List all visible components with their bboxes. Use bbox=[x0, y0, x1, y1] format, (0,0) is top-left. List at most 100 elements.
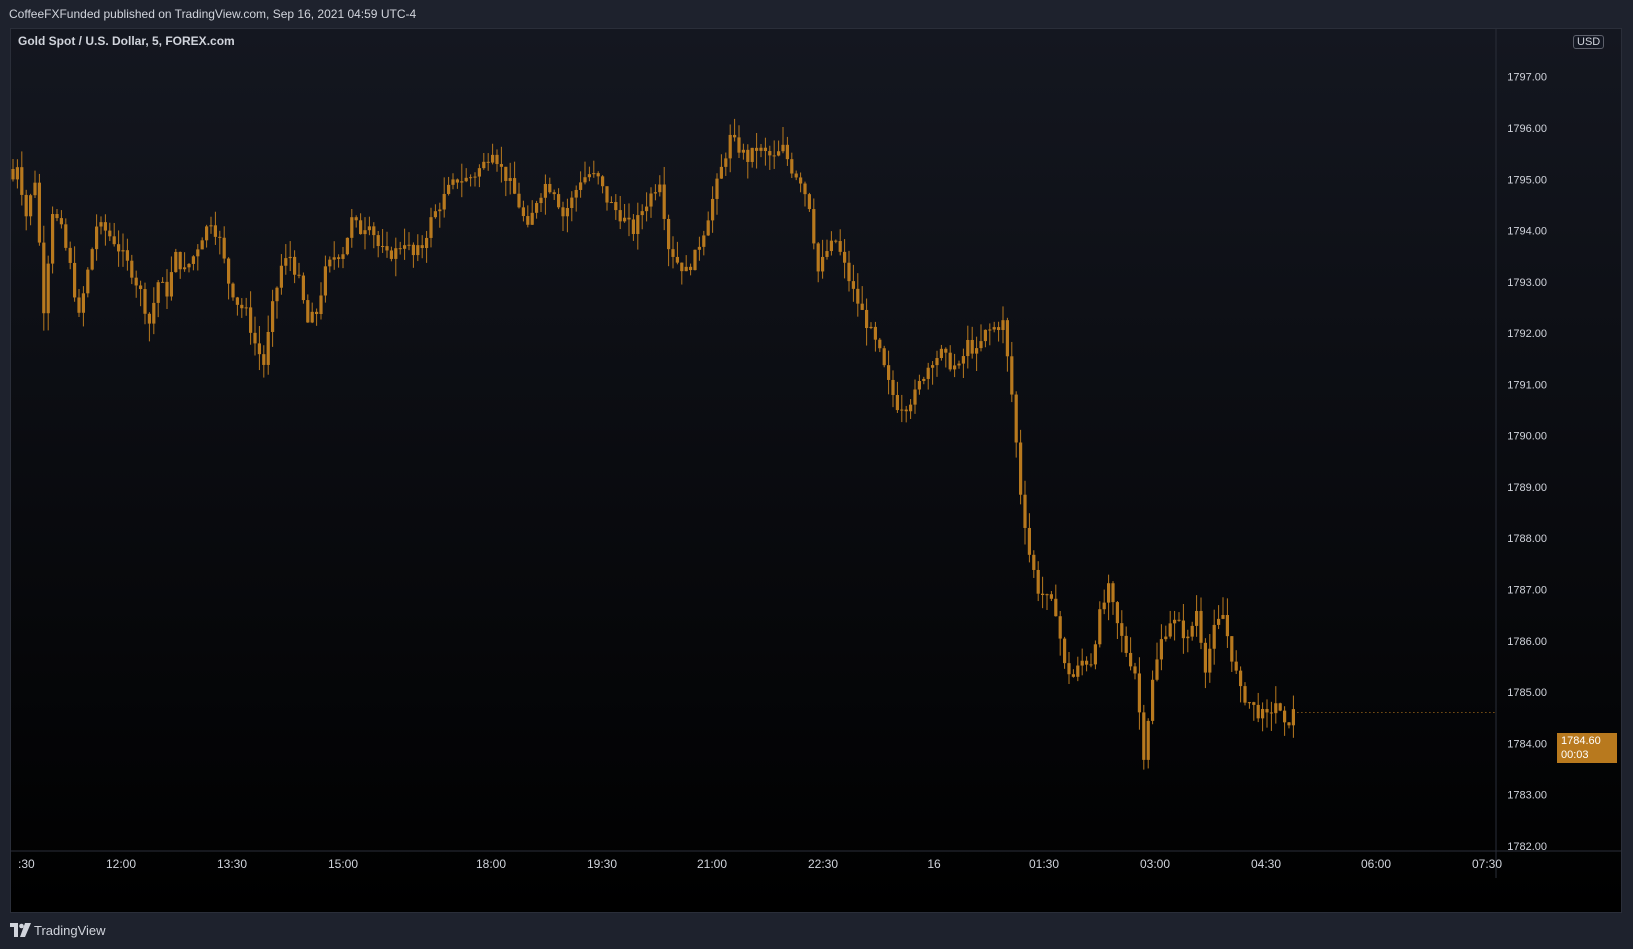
candle-body bbox=[20, 167, 24, 195]
candle-body bbox=[165, 281, 169, 297]
candle-body bbox=[539, 197, 543, 204]
currency-badge[interactable]: USD bbox=[1573, 35, 1605, 49]
candle-body bbox=[587, 174, 591, 178]
candle-body bbox=[99, 222, 103, 227]
candle-body bbox=[526, 216, 530, 225]
candle-body bbox=[649, 193, 653, 207]
x-tick-label: 18:00 bbox=[476, 857, 506, 871]
candle-body bbox=[394, 248, 398, 259]
candle-body bbox=[310, 311, 314, 323]
footer-brand[interactable]: TradingView bbox=[34, 923, 106, 938]
candle-body bbox=[117, 244, 121, 252]
symbol-title[interactable]: Gold Spot / U.S. Dollar, 5, FOREX.com bbox=[18, 34, 235, 48]
candle-body bbox=[389, 250, 393, 259]
candle-body bbox=[266, 331, 270, 365]
candle-body bbox=[1058, 616, 1062, 639]
candle-body bbox=[997, 327, 1001, 331]
y-tick-label: 1795.00 bbox=[1507, 174, 1547, 186]
candle-body bbox=[240, 304, 244, 309]
candle-body bbox=[152, 302, 156, 324]
candle-body bbox=[724, 158, 728, 167]
candle-body bbox=[398, 248, 402, 250]
candle-body bbox=[530, 212, 534, 225]
candlestick-chart[interactable]: 1782.00 1783.00 1784.00 1785.00 1786.00 1787.… bbox=[10, 28, 1622, 913]
candle-body bbox=[675, 256, 679, 263]
candle-body bbox=[812, 209, 816, 244]
candle-body bbox=[737, 137, 741, 153]
candle-body bbox=[37, 182, 41, 243]
candle-body bbox=[323, 266, 327, 296]
candle-body bbox=[77, 297, 81, 313]
candle-body bbox=[1278, 703, 1282, 711]
candle-body bbox=[359, 220, 363, 235]
candle-body bbox=[1208, 648, 1212, 673]
candle-body bbox=[1261, 708, 1265, 719]
candle-body bbox=[653, 192, 657, 194]
candle-body bbox=[750, 147, 754, 162]
candle-body bbox=[1071, 674, 1075, 677]
y-tick-label: 1791.00 bbox=[1507, 379, 1547, 391]
candle-body bbox=[464, 177, 468, 182]
candle-body bbox=[697, 246, 701, 250]
candle-body bbox=[1107, 583, 1111, 603]
candle-body bbox=[992, 327, 996, 330]
candle-body bbox=[781, 144, 785, 152]
candle-body bbox=[491, 154, 495, 163]
x-tick-label: 19:30 bbox=[587, 857, 617, 871]
candle-body bbox=[702, 235, 706, 247]
candle-body bbox=[671, 249, 675, 257]
tradingview-logo-icon[interactable] bbox=[10, 923, 32, 937]
candle-body bbox=[895, 394, 899, 411]
candle-body bbox=[596, 173, 600, 177]
candle-body bbox=[865, 309, 869, 329]
candle-body bbox=[121, 250, 125, 252]
candle-body bbox=[1124, 635, 1128, 653]
candle-body bbox=[235, 297, 239, 305]
candle-body bbox=[1045, 594, 1049, 596]
candle-body bbox=[73, 262, 77, 298]
candle-body bbox=[935, 358, 939, 366]
candle-body bbox=[407, 244, 411, 246]
candle-body bbox=[966, 339, 970, 357]
x-tick-label: 12:00 bbox=[106, 857, 136, 871]
candle-body bbox=[1230, 636, 1234, 662]
candle-body bbox=[1195, 610, 1199, 626]
candle-body bbox=[592, 173, 596, 175]
candle-body bbox=[579, 182, 583, 190]
candle-body bbox=[658, 184, 662, 193]
candle-body bbox=[1076, 665, 1080, 677]
candle-body bbox=[103, 222, 107, 231]
candle-body bbox=[1252, 702, 1256, 705]
candle-body bbox=[1159, 639, 1163, 660]
y-tick-label: 1797.00 bbox=[1507, 72, 1547, 84]
candle-body bbox=[755, 147, 759, 151]
candle-body bbox=[227, 258, 231, 284]
candle-body bbox=[1234, 661, 1238, 671]
candle-body bbox=[447, 184, 451, 194]
candle-body bbox=[1102, 602, 1106, 610]
candle-body bbox=[623, 217, 627, 222]
candle-body bbox=[438, 209, 442, 212]
candle-body bbox=[332, 257, 336, 260]
candle-body bbox=[706, 220, 710, 236]
candle-body bbox=[416, 245, 420, 256]
candle-body bbox=[521, 207, 525, 217]
candle-body bbox=[442, 193, 446, 210]
candle-body bbox=[684, 266, 688, 272]
x-tick-label: 22:30 bbox=[808, 857, 838, 871]
candle-body bbox=[1036, 569, 1040, 594]
candle-body bbox=[953, 365, 957, 370]
candle-body bbox=[354, 217, 358, 221]
candle-body bbox=[1067, 663, 1071, 675]
candle-body bbox=[807, 194, 811, 210]
publisher-bar: CoffeeFXFunded published on TradingView.… bbox=[0, 0, 1633, 28]
candle-body bbox=[139, 285, 143, 290]
candle-body bbox=[275, 287, 279, 302]
candle-body bbox=[403, 245, 407, 249]
candle-body bbox=[557, 194, 561, 208]
candle-body bbox=[29, 195, 33, 217]
candle-body bbox=[231, 283, 235, 298]
candle-body bbox=[433, 211, 437, 218]
candle-body bbox=[1265, 708, 1269, 713]
candle-body bbox=[1027, 527, 1031, 555]
